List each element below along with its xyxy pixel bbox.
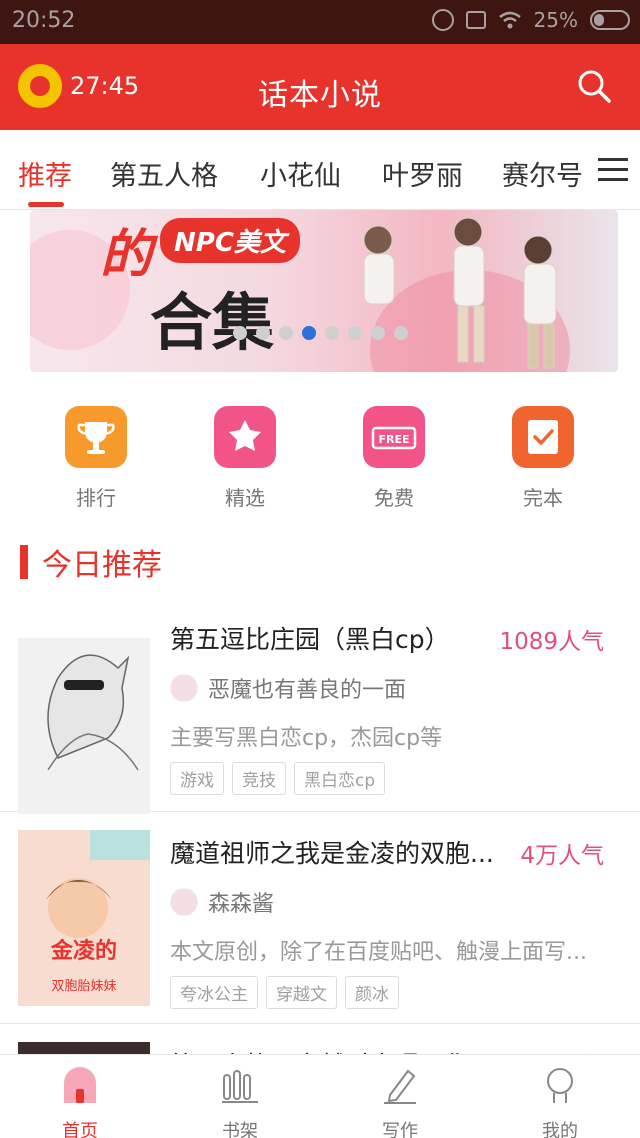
- book-summary: 主要写黑白恋cp，杰园cp等: [170, 726, 443, 751]
- tab-recommend[interactable]: 推荐: [18, 154, 72, 193]
- profile-icon: [547, 1068, 573, 1103]
- section-header: 今日推荐: [20, 540, 162, 584]
- tab-seer[interactable]: 赛尔号: [502, 154, 583, 193]
- pagination-dot[interactable]: [370, 326, 385, 340]
- quick-link-featured[interactable]: 精选: [195, 406, 295, 511]
- battery-percent: 25%: [533, 8, 578, 32]
- tab-identity-v[interactable]: 第五人格: [110, 154, 218, 193]
- sim-off-icon: [465, 11, 486, 29]
- quick-link-completed[interactable]: 完本: [493, 406, 593, 511]
- promo-banner[interactable]: 的 NPC美文 合集: [30, 210, 618, 372]
- pagination-dot[interactable]: [393, 326, 408, 340]
- nav-bookshelf[interactable]: 书架: [180, 1065, 300, 1138]
- search-icon[interactable]: [576, 68, 612, 104]
- category-tabs: 推荐 第五人格 小花仙 叶罗丽 赛尔号: [0, 130, 640, 210]
- book-tags: 游戏 竞技 黑白恋cp: [170, 762, 386, 795]
- nav-label: 写作: [382, 1121, 418, 1138]
- pagination-dot[interactable]: [232, 326, 247, 340]
- book-tag[interactable]: 游戏: [170, 762, 224, 795]
- book-author: 森森酱: [208, 892, 275, 917]
- bookshelf-icon: [222, 1070, 258, 1103]
- book-tag[interactable]: 黑白恋cp: [294, 762, 386, 795]
- status-bar: 20:52 25%: [0, 0, 640, 44]
- trophy-icon: [65, 406, 127, 468]
- banner-text-main: 合集: [150, 286, 275, 359]
- quick-link-label: 免费: [374, 486, 414, 510]
- book-tag[interactable]: 颜冰: [345, 976, 399, 1009]
- book-item[interactable]: 第五人格：穿越时空遇见你 3万人气: [0, 1024, 640, 1054]
- book-cover: [18, 638, 150, 814]
- book-cover: [18, 1042, 150, 1054]
- bottom-navigation: 首页 书架 写作 我的: [0, 1054, 640, 1138]
- tab-ye-luo-li[interactable]: 叶罗丽: [382, 154, 463, 193]
- app-header: 27:45 话本小说: [0, 44, 640, 130]
- nav-label: 书架: [222, 1121, 258, 1138]
- banner-pagination: [0, 326, 640, 340]
- pagination-dot[interactable]: [347, 326, 362, 340]
- book-cover: 金凌的 双胞胎妹妹: [18, 830, 150, 1006]
- quick-link-label: 精选: [225, 486, 265, 510]
- book-popularity: 1089人气: [499, 629, 604, 655]
- star-icon: [214, 406, 276, 468]
- free-tag-icon: FREE: [363, 406, 425, 468]
- pencil-icon: [384, 1069, 416, 1104]
- quick-link-ranking[interactable]: 排行: [46, 406, 146, 511]
- book-popularity: 3万人气: [520, 1046, 604, 1054]
- nav-profile[interactable]: 我的: [500, 1065, 620, 1138]
- book-summary: 本文原创，除了在百度贴吧、触漫上面写...: [170, 940, 587, 965]
- pagination-dot[interactable]: [278, 326, 293, 340]
- quick-link-label: 排行: [76, 486, 116, 510]
- book-title: 第五逗比庄园（黑白cp）: [170, 625, 450, 654]
- menu-icon[interactable]: [598, 158, 628, 182]
- tab-little-flower-fairy[interactable]: 小花仙: [260, 154, 341, 193]
- book-title: 第五人格：穿越时空遇见你: [170, 1046, 490, 1054]
- quick-link-label: 完本: [523, 486, 563, 510]
- banner-text-top: 的: [100, 224, 153, 285]
- section-title: 今日推荐: [42, 548, 162, 583]
- quick-links: 排行 精选 FREE 免费 完本: [0, 406, 640, 526]
- book-item[interactable]: 第五逗比庄园（黑白cp） 1089人气 恶魔也有善良的一面 主要写黑白恋cp，杰…: [0, 600, 640, 814]
- svg-text:双胞胎妹妹: 双胞胎妹妹: [51, 979, 116, 994]
- wifi-icon: [498, 11, 521, 29]
- pagination-dot[interactable]: [301, 326, 316, 340]
- banner-badge: NPC美文: [160, 218, 300, 263]
- status-icons: 25%: [431, 8, 630, 32]
- home-icon: [64, 1067, 96, 1103]
- nav-write[interactable]: 写作: [340, 1065, 460, 1138]
- pagination-dot[interactable]: [324, 326, 339, 340]
- nav-label: 我的: [542, 1121, 578, 1138]
- book-tag[interactable]: 夸冰公主: [170, 976, 258, 1009]
- book-popularity: 4万人气: [520, 843, 604, 869]
- svg-text:金凌的: 金凌的: [50, 938, 117, 964]
- battery-icon: [590, 10, 630, 30]
- quick-link-free[interactable]: FREE 免费: [344, 406, 444, 511]
- avatar: [170, 888, 198, 916]
- book-title: 魔道祖师之我是金凌的双胞...: [170, 839, 494, 868]
- check-note-icon: [512, 406, 574, 468]
- book-tag[interactable]: 竞技: [232, 762, 286, 795]
- app-title: 话本小说: [258, 78, 382, 113]
- author-row: 森森酱: [170, 886, 274, 918]
- banner-illustration: [363, 217, 557, 369]
- svg-text:FREE: FREE: [378, 433, 409, 446]
- book-tag[interactable]: 穿越文: [266, 976, 337, 1009]
- book-tags: 夸冰公主 穿越文 颜冰: [170, 976, 399, 1009]
- section-accent-bar: [20, 545, 28, 579]
- book-item[interactable]: 金凌的 双胞胎妹妹 魔道祖师之我是金凌的双胞... 4万人气 森森酱 本文原创，…: [0, 812, 640, 1024]
- pagination-dot[interactable]: [255, 326, 270, 340]
- alarm-icon: [431, 9, 454, 31]
- nav-home[interactable]: 首页: [20, 1065, 140, 1138]
- status-time: 20:52: [12, 8, 76, 33]
- author-row: 恶魔也有善良的一面: [170, 672, 406, 704]
- active-tab-indicator: [28, 202, 64, 207]
- avatar: [170, 674, 198, 702]
- nav-label: 首页: [62, 1121, 98, 1138]
- book-author: 恶魔也有善良的一面: [208, 678, 407, 703]
